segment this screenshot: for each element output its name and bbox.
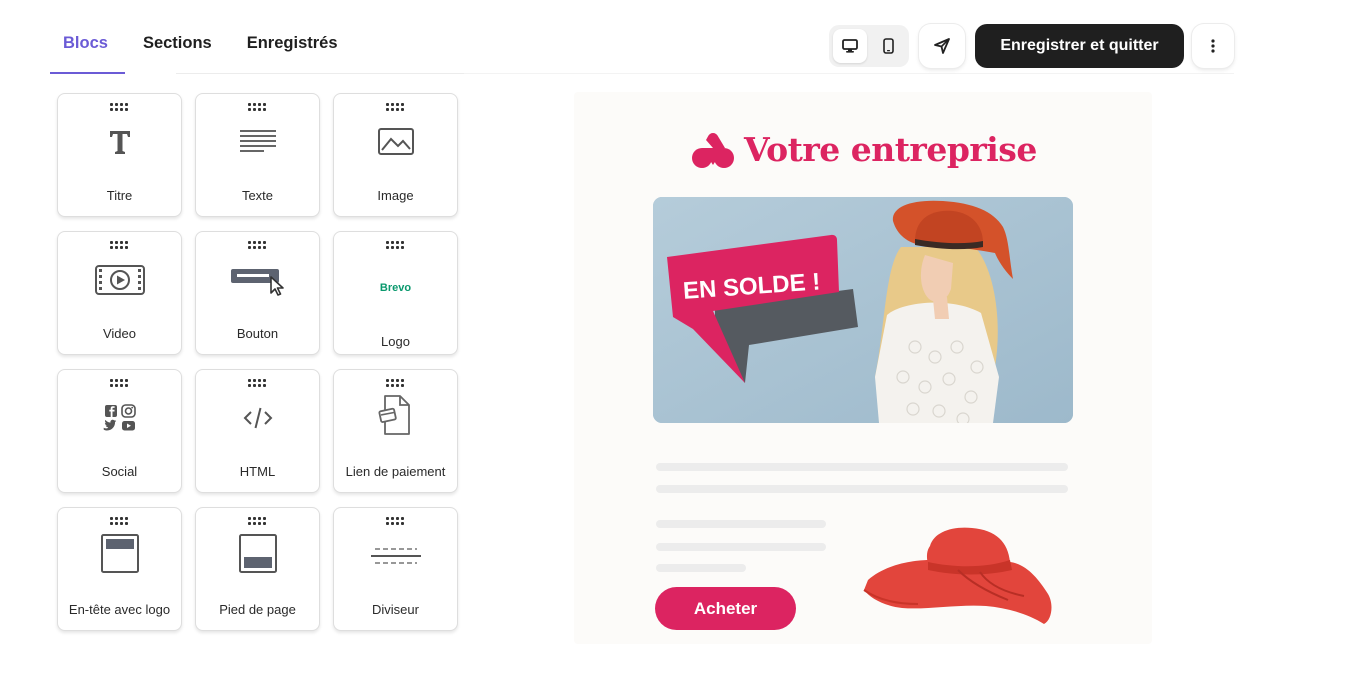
block-titre[interactable]: Titre — [57, 93, 182, 217]
block-label: Video — [102, 326, 136, 341]
text-placeholder-line — [656, 463, 1068, 471]
social-icon — [103, 404, 136, 431]
drag-handle-icon[interactable] — [110, 517, 128, 525]
block-label: Titre — [106, 188, 133, 203]
desktop-view-button[interactable] — [833, 29, 867, 63]
tab-blocs[interactable]: Blocs — [50, 22, 125, 74]
payment-link-icon — [377, 395, 410, 435]
tabs-divider — [176, 73, 464, 74]
brand-name: Votre entreprise — [744, 130, 1037, 169]
block-diviseur[interactable]: Diviseur — [333, 507, 458, 631]
drag-handle-icon[interactable] — [386, 241, 404, 249]
button-icon — [230, 269, 284, 296]
brand-logo-icon — [692, 132, 734, 168]
drag-handle-icon[interactable] — [248, 517, 266, 525]
block-label: En-tête avec logo — [68, 602, 171, 617]
send-test-button[interactable] — [919, 24, 965, 68]
footer-icon — [238, 534, 277, 573]
block-en-tete-avec-logo[interactable]: En-tête avec logo — [57, 507, 182, 631]
save-and-quit-button[interactable]: Enregistrer et quitter — [975, 24, 1184, 68]
desktop-icon — [842, 39, 858, 53]
block-tabs: Blocs Sections Enregistrés — [50, 22, 373, 74]
title-icon — [109, 131, 130, 154]
block-image[interactable]: Image — [333, 93, 458, 217]
block-label: Lien de paiement — [345, 464, 446, 479]
red-hat-illustration — [863, 527, 1052, 624]
header-logo-icon — [100, 534, 139, 573]
drag-handle-icon[interactable] — [386, 103, 404, 111]
hero-image[interactable]: EN SOLDE ! — [653, 197, 1073, 423]
logo-icon: Brevo — [379, 282, 412, 294]
tab-enregistres[interactable]: Enregistrés — [247, 22, 338, 74]
text-placeholder-line — [656, 520, 826, 528]
block-label: Logo — [381, 334, 410, 349]
block-video[interactable]: Video — [57, 231, 182, 355]
drag-handle-icon[interactable] — [248, 379, 266, 387]
drag-handle-icon[interactable] — [386, 379, 404, 387]
image-icon — [377, 128, 414, 155]
drag-handle-icon[interactable] — [110, 241, 128, 249]
block-label: Image — [377, 188, 414, 203]
blocks-grid: Titre Texte Image Video Bouton Brevo Log… — [57, 93, 458, 631]
block-label: Bouton — [236, 326, 279, 341]
mobile-icon — [882, 38, 894, 54]
drag-handle-icon[interactable] — [248, 241, 266, 249]
more-options-button[interactable] — [1192, 24, 1234, 68]
hero-illustration: EN SOLDE ! — [653, 197, 1073, 423]
block-logo[interactable]: Brevo Logo — [333, 231, 458, 355]
header-divider — [464, 73, 1234, 74]
block-label: Texte — [241, 188, 274, 203]
product-image[interactable] — [858, 512, 1063, 637]
tab-sections[interactable]: Sections — [143, 22, 212, 74]
send-icon — [934, 38, 950, 54]
brand-header[interactable]: Votre entreprise — [690, 130, 1037, 169]
block-pied-de-page[interactable]: Pied de page — [195, 507, 320, 631]
block-texte[interactable]: Texte — [195, 93, 320, 217]
drag-handle-icon[interactable] — [248, 103, 266, 111]
text-placeholder-line — [656, 543, 826, 551]
block-lien-de-paiement[interactable]: Lien de paiement — [333, 369, 458, 493]
more-vertical-icon — [1211, 39, 1215, 53]
drag-handle-icon[interactable] — [110, 379, 128, 387]
block-label: Diviseur — [372, 602, 419, 617]
device-toggle — [829, 25, 909, 67]
block-bouton[interactable]: Bouton — [195, 231, 320, 355]
buy-button[interactable]: Acheter — [655, 587, 796, 630]
video-icon — [94, 265, 145, 295]
divider-icon — [370, 548, 421, 564]
block-social[interactable]: Social — [57, 369, 182, 493]
text-placeholder-line — [656, 564, 746, 572]
block-html[interactable]: HTML — [195, 369, 320, 493]
drag-handle-icon[interactable] — [110, 103, 128, 111]
code-icon — [243, 407, 272, 429]
block-label: HTML — [239, 464, 276, 479]
mobile-view-button[interactable] — [871, 29, 905, 63]
block-label: Pied de page — [219, 602, 296, 617]
drag-handle-icon[interactable] — [386, 517, 404, 525]
text-icon — [239, 130, 276, 152]
text-placeholder-line — [656, 485, 1068, 493]
block-label: Social — [101, 464, 138, 479]
